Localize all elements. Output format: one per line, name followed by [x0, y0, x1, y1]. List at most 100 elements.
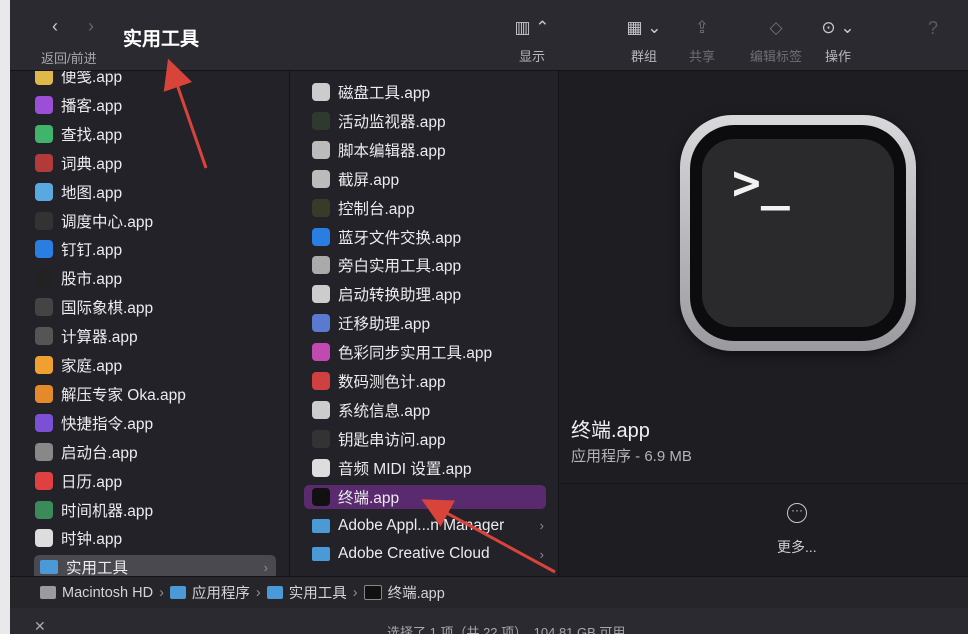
list-item-label: 钉钉.app: [61, 242, 123, 260]
preview-file-name: 终端.app: [571, 420, 650, 442]
colorsync-icon: [312, 343, 330, 362]
path-item-utilities[interactable]: 实用工具: [289, 582, 347, 603]
list-item[interactable]: 便笺.app: [35, 71, 275, 88]
time-machine-icon: [35, 500, 53, 519]
close-icon[interactable]: ✕: [34, 618, 46, 634]
list-item[interactable]: 数码测色计.app: [312, 369, 552, 393]
terminal-app-large-icon: >_: [680, 115, 916, 351]
boot-camp-icon: [312, 285, 330, 304]
list-item[interactable]: 音频 MIDI 设置.app: [312, 456, 552, 480]
console-icon: [312, 198, 330, 217]
list-item[interactable]: Adobe Appl...n Manager ›: [312, 514, 552, 538]
terminal-prompt-glyph: >_: [732, 155, 790, 211]
list-item[interactable]: 钉钉.app: [35, 237, 275, 261]
hard-drive-icon: [40, 586, 56, 599]
list-item[interactable]: 词典.app: [35, 151, 275, 175]
path-item-macintosh-hd[interactable]: Macintosh HD: [62, 585, 153, 601]
path-item-applications[interactable]: 应用程序: [192, 582, 250, 603]
action-label: 操作: [824, 49, 851, 64]
list-item[interactable]: 股市.app: [35, 266, 275, 290]
list-item[interactable]: 时间机器.app: [35, 498, 275, 522]
list-item[interactable]: 脚本编辑器.app: [312, 138, 552, 162]
list-item[interactable]: 系统信息.app: [312, 398, 552, 422]
list-item[interactable]: 蓝牙文件交换.app: [312, 225, 552, 249]
list-item[interactable]: 迁移助理.app: [312, 311, 552, 335]
list-item-label: 家庭.app: [61, 358, 123, 375]
terminal-icon: [363, 585, 382, 600]
list-item[interactable]: 钥匙串访问.app: [312, 427, 552, 451]
status-text: 选择了 1 项（共 22 项），104.81 GB 可用: [387, 625, 626, 634]
list-item[interactable]: 查找.app: [35, 122, 275, 146]
list-item-label: 调度中心.app: [61, 213, 154, 231]
edit-tags-label: 编辑标签: [749, 49, 802, 64]
more-button[interactable]: 更多...: [777, 537, 817, 557]
list-item-label: 色彩同步实用工具.app: [338, 345, 493, 363]
list-item[interactable]: Adobe Creative Cloud ›: [312, 542, 552, 566]
preview-pane: >_ 终端.app 应用程序 - 6.9 MB ··· 更多...: [559, 71, 968, 576]
disk-utility-icon: [312, 83, 330, 101]
list-item-label: 启动转换助理.app: [338, 287, 462, 305]
list-item[interactable]: 磁盘工具.app: [312, 80, 552, 104]
column-applications[interactable]: 便笺.app 播客.app 查找.app 词典.app 地图.app 调度中心.app 钉钉…: [10, 71, 290, 576]
home-icon: [35, 356, 53, 374]
list-item[interactable]: 启动转换助理.app: [312, 282, 552, 306]
search-partial-icon[interactable]: ?: [928, 18, 938, 39]
migration-icon: [312, 314, 330, 333]
list-item-label: 时间机器.app: [61, 502, 154, 520]
list-item[interactable]: 解压专家 Oka.app: [35, 382, 275, 406]
share-button[interactable]: ⇪ 共享: [680, 16, 724, 65]
list-item[interactable]: 实用工具 ›: [34, 555, 276, 576]
list-item-label: 音频 MIDI 设置.app: [338, 460, 472, 478]
left-desktop-strip: [0, 0, 10, 634]
screenshot-icon: [312, 169, 330, 188]
calculator-icon: [35, 327, 53, 346]
list-item-label: 计算器.app: [61, 329, 138, 347]
list-item-label: 钥匙串访问.app: [338, 431, 446, 449]
window-title: 实用工具: [123, 29, 200, 50]
list-item-label: 快捷指令.app: [61, 415, 154, 433]
list-item[interactable]: 色彩同步实用工具.app: [312, 340, 552, 364]
list-item[interactable]: 截屏.app: [312, 167, 552, 191]
path-item-terminal[interactable]: 终端.app: [388, 582, 445, 603]
chevron-right-icon: ›: [539, 518, 544, 533]
list-item-label: 日历.app: [61, 473, 123, 491]
toolbar: ‹ › 返回/前进 实用工具 ▥ ⌃ 显示 ▦ ⌄ 群组 ⇪ 共享 ◇ 编辑标签…: [10, 0, 968, 71]
column-utilities[interactable]: 磁盘工具.app 活动监视器.app 脚本编辑器.app 截屏.app 控制台.app 蓝…: [290, 71, 559, 576]
list-item[interactable]: 日历.app: [35, 469, 275, 493]
finder-window: ‹ › 返回/前进 实用工具 ▥ ⌃ 显示 ▦ ⌄ 群组 ⇪ 共享 ◇ 编辑标签…: [10, 0, 968, 634]
list-item[interactable]: 旁白实用工具.app: [312, 253, 552, 277]
status-bar: ✕ 选择了 1 项（共 22 项），104.81 GB 可用: [10, 608, 968, 634]
path-separator: ›: [159, 584, 164, 601]
list-item[interactable]: 家庭.app: [35, 353, 275, 377]
list-item[interactable]: 快捷指令.app: [35, 411, 275, 435]
list-item[interactable]: 控制台.app: [312, 196, 552, 220]
forward-button[interactable]: ›: [88, 16, 94, 37]
list-item[interactable]: 地图.app: [35, 180, 275, 204]
list-item[interactable]: 播客.app: [35, 93, 275, 117]
chevron-right-icon: ›: [539, 546, 544, 562]
list-item-label: 磁盘工具.app: [338, 85, 431, 102]
path-separator: ›: [255, 584, 261, 601]
share-icon: ⇪: [694, 18, 710, 37]
list-item[interactable]: 启动台.app: [35, 440, 275, 464]
list-item[interactable]: 活动监视器.app: [312, 109, 552, 133]
stocks-icon: [35, 269, 53, 288]
script-editor-icon: [312, 140, 330, 159]
list-item-label: 旁白实用工具.app: [338, 258, 462, 276]
list-item[interactable]: 调度中心.app: [35, 209, 275, 233]
view-button[interactable]: ▥ ⌃ 显示: [498, 16, 566, 65]
list-item[interactable]: 时钟.app: [35, 526, 275, 550]
list-item[interactable]: 国际象棋.app: [35, 295, 275, 319]
list-item[interactable]: 终端.app: [304, 484, 546, 509]
action-button[interactable]: ⊙ ⌄ 操作: [808, 16, 868, 65]
back-button[interactable]: ‹: [52, 16, 58, 37]
group-button[interactable]: ▦ ⌄ 群组: [614, 16, 674, 65]
color-meter-icon: [312, 372, 330, 390]
edit-tags-button[interactable]: ◇ 编辑标签: [732, 16, 820, 65]
folder-icon: [266, 586, 283, 599]
list-item-label: Adobe Creative Cloud: [338, 545, 490, 563]
system-info-icon: [312, 400, 330, 419]
mission-control-icon: [35, 211, 53, 230]
list-item[interactable]: 计算器.app: [35, 324, 275, 348]
more-icon[interactable]: ···: [787, 503, 807, 523]
